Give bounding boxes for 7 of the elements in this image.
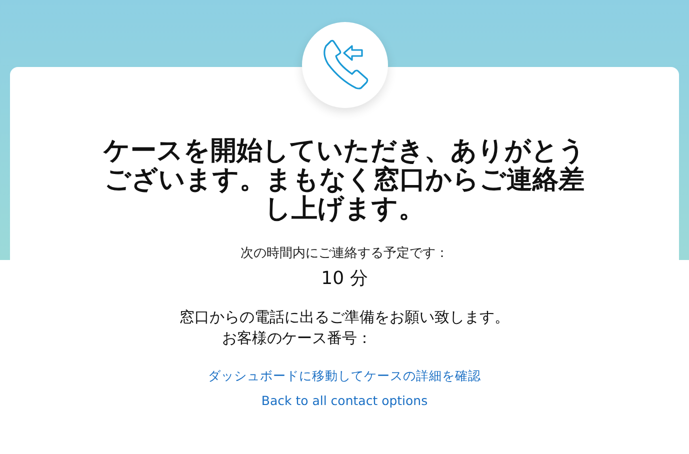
eta-label: 次の時間内にご連絡する予定です： <box>240 245 448 262</box>
instruction-text: 窓口からの電話に出るご準備をお願い致します。 <box>180 308 510 327</box>
link[interactable]: ダッシュボードに移動してケースの詳細を確認 <box>208 368 481 385</box>
link[interactable]: Back to all contact options <box>261 393 428 408</box>
heading: ケースを開始していただき、ありがとうございます。まもなく窓口からご連絡差し上げます。 <box>102 137 586 224</box>
case-number-label: お客様のケース番号： <box>222 329 372 348</box>
eta-value: 10 分 <box>321 267 368 290</box>
